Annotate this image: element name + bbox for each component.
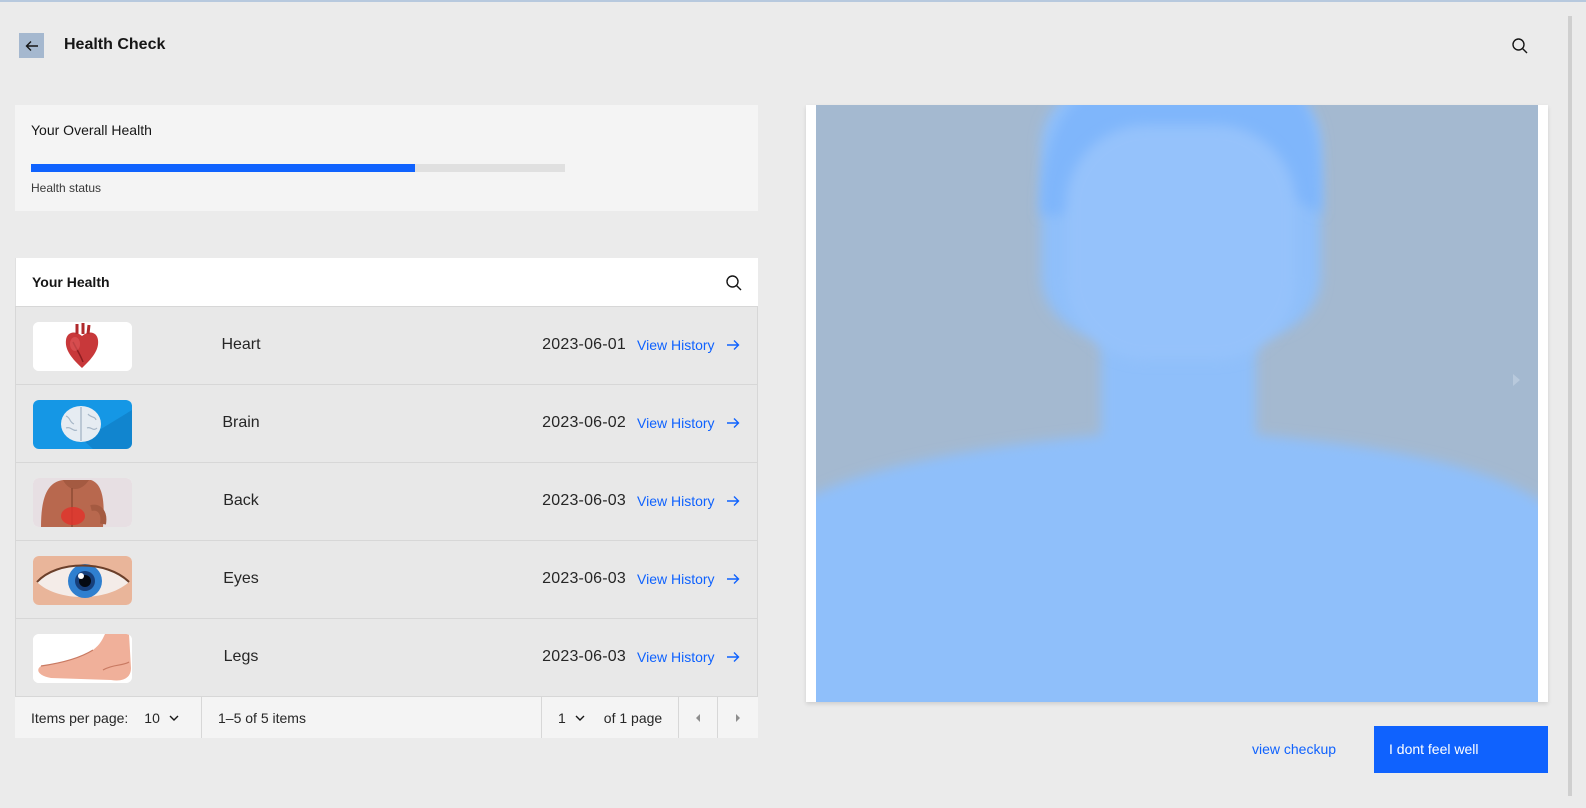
header-search-button[interactable] (1510, 36, 1530, 56)
brain-image (33, 400, 132, 449)
items-range: 1–5 of 5 items (218, 709, 306, 726)
pagination-bar: Items per page: 10 1–5 of 5 items 1 of 1… (15, 696, 758, 738)
view-checkup-link[interactable]: view checkup (1252, 741, 1336, 757)
items-per-page-value: 10 (144, 709, 160, 726)
arrow-right-icon (726, 496, 740, 506)
search-icon (726, 275, 742, 291)
arrow-right-icon (726, 652, 740, 662)
view-history-link[interactable]: View History (637, 415, 741, 431)
view-history-link[interactable]: View History (637, 337, 741, 353)
table-row: Heart 2023-06-01 View History (15, 306, 758, 384)
row-name: Heart (221, 336, 261, 353)
window-top-border (0, 0, 1586, 2)
chevron-down-icon (169, 715, 179, 721)
arrow-left-icon (25, 40, 38, 51)
pager-divider (541, 697, 542, 738)
items-per-page-select[interactable]: 10 (144, 710, 180, 726)
arrow-right-icon (726, 340, 740, 350)
scrollbar-thumb[interactable] (1568, 16, 1572, 796)
avatar-panel (806, 105, 1548, 702)
page-total: of 1 page (603, 709, 663, 726)
table-title: Your Health (32, 274, 110, 290)
arrow-right-icon (726, 418, 740, 428)
avatar-placeholder-image (816, 105, 1538, 702)
row-name: Brain (222, 414, 260, 431)
back-button[interactable] (19, 33, 44, 58)
health-status-label: Health status (31, 181, 102, 195)
page-select-value: 1 (558, 709, 566, 726)
pager-divider (201, 697, 202, 738)
row-date: 2023-06-01 (542, 336, 626, 353)
health-table: Your Health Heart 2023-06-01 View Histor… (15, 258, 758, 738)
view-history-label: View History (637, 415, 715, 431)
view-history-label: View History (637, 649, 715, 665)
row-date: 2023-06-03 (542, 570, 626, 587)
row-date: 2023-06-03 (542, 492, 626, 509)
page-scrollbar[interactable] (1566, 2, 1586, 808)
foot-image (33, 634, 132, 683)
health-progress-fill (31, 164, 416, 172)
row-name: Back (223, 492, 259, 509)
chevron-down-icon (575, 715, 585, 721)
search-icon (1512, 38, 1528, 54)
table-row: Back 2023-06-03 View History (15, 462, 758, 540)
view-history-label: View History (637, 571, 715, 587)
table-search-button[interactable] (724, 273, 744, 293)
view-history-link[interactable]: View History (637, 493, 741, 509)
view-history-link[interactable]: View History (637, 571, 741, 587)
overall-health-card: Your Overall Health Health status (15, 105, 758, 211)
health-progress-bar (31, 164, 565, 172)
page-select-group: 1 of 1 page (558, 697, 662, 738)
feel-unwell-button[interactable]: I dont feel well (1374, 726, 1548, 773)
page-title: Health Check (64, 36, 166, 53)
heart-image (33, 322, 132, 371)
eye-image (33, 556, 132, 605)
page-select[interactable]: 1 (558, 710, 586, 726)
carousel-next-button[interactable] (1508, 372, 1524, 388)
table-toolbar: Your Health (15, 258, 758, 306)
items-per-page: Items per page: 10 (31, 697, 180, 738)
view-history-label: View History (637, 337, 715, 353)
row-name: Eyes (223, 570, 259, 587)
view-history-link[interactable]: View History (637, 649, 741, 665)
row-name: Legs (223, 648, 259, 665)
table-row: Eyes 2023-06-03 View History (15, 540, 758, 618)
row-date: 2023-06-02 (542, 414, 626, 431)
arrow-right-icon (726, 574, 740, 584)
caret-right-icon (1513, 374, 1520, 386)
view-history-label: View History (637, 493, 715, 509)
row-date: 2023-06-03 (542, 648, 626, 665)
caret-right-icon (736, 713, 740, 722)
table-row: Legs 2023-06-03 View History (15, 618, 758, 696)
back-image (33, 478, 132, 527)
caret-left-icon (696, 713, 700, 722)
table-row: Brain 2023-06-02 View History (15, 384, 758, 462)
next-page-button[interactable] (718, 697, 758, 738)
prev-page-button[interactable] (679, 697, 717, 738)
overall-health-title: Your Overall Health (31, 122, 152, 138)
items-per-page-label: Items per page: (31, 709, 129, 726)
